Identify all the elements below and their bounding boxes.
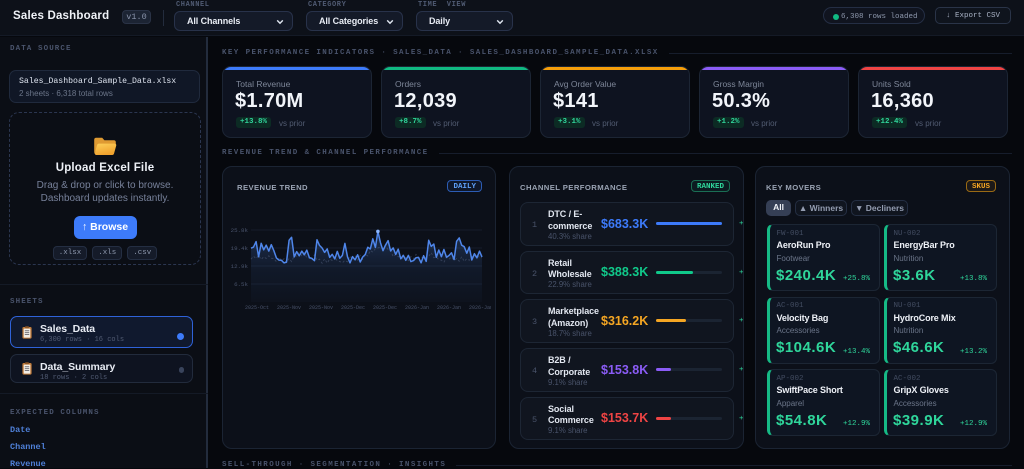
svg-text:12.9k: 12.9k — [231, 263, 249, 270]
svg-text:2025-Dec: 2025-Dec — [341, 305, 365, 311]
svg-text:2025-Oct: 2025-Oct — [245, 305, 269, 311]
svg-text:6.5k: 6.5k — [234, 281, 248, 288]
svg-text:2025-Nov: 2025-Nov — [309, 305, 333, 311]
svg-text:2026-Jan: 2026-Jan — [469, 305, 491, 311]
svg-text:2025-Dec: 2025-Dec — [373, 305, 397, 311]
svg-text:2026-Jan: 2026-Jan — [405, 305, 429, 311]
svg-text:25.8k: 25.8k — [231, 227, 249, 234]
svg-text:19.4k: 19.4k — [231, 245, 249, 252]
svg-text:2025-Nov: 2025-Nov — [277, 305, 301, 311]
svg-text:2026-Jan: 2026-Jan — [437, 305, 461, 311]
